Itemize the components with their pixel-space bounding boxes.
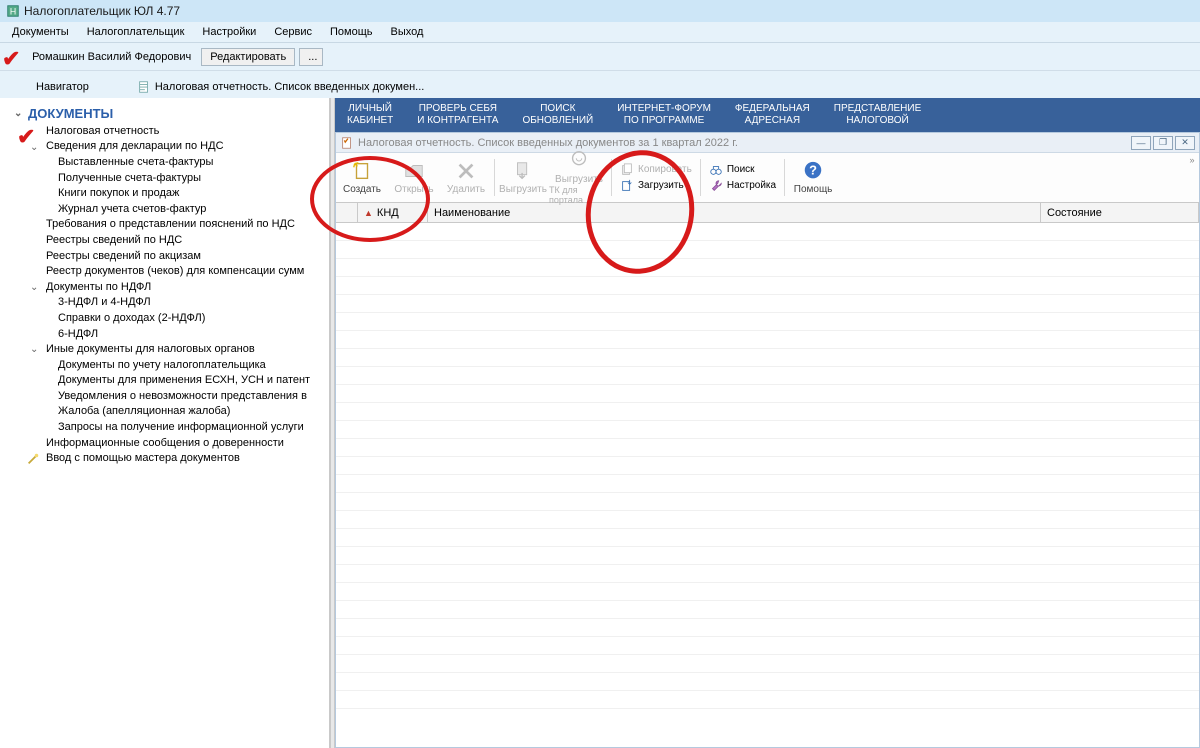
nav-purchase-sales-books[interactable]: Книги покупок и продаж xyxy=(0,185,329,201)
menu-service[interactable]: Сервис xyxy=(266,24,320,40)
menu-help[interactable]: Помощь xyxy=(322,24,381,40)
copy-button: Копировать xyxy=(620,163,692,177)
bluebar-search-updates[interactable]: ПОИСКОБНОВЛЕНИЙ xyxy=(510,98,605,132)
user-name: Ромашкин Василий Федорович xyxy=(26,51,197,63)
nav-info-service-requests[interactable]: Запросы на получение информационной услу… xyxy=(0,419,329,435)
subwindow-minimize-button[interactable]: — xyxy=(1131,136,1151,150)
edit-button[interactable]: Редактировать xyxy=(201,48,295,66)
grid-body-empty xyxy=(336,223,1199,747)
nav-nds-registers[interactable]: Реестры сведений по НДС xyxy=(0,232,329,248)
nav-2ndfl[interactable]: Справки о доходах (2-НДФЛ) xyxy=(0,310,329,326)
open-folder-icon xyxy=(402,160,426,182)
export-tk-icon xyxy=(567,150,591,172)
app-icon: H xyxy=(6,4,20,18)
grid-col-state[interactable]: Состояние xyxy=(1041,203,1199,222)
chevron-down-icon: ⌄ xyxy=(14,108,22,119)
window-title: Налогоплательщик ЮЛ 4.77 xyxy=(24,4,180,18)
navigator-tree: ⌄ ДОКУМЕНТЫ Налоговая отчетность ⌄Сведен… xyxy=(0,98,330,748)
grid-header: ▲КНД Наименование Состояние xyxy=(336,203,1199,223)
nav-nds-explanations[interactable]: Требования о представлении пояснений по … xyxy=(0,217,329,233)
nav-document-wizard[interactable]: Ввод с помощью мастера документов xyxy=(0,450,329,466)
search-button[interactable]: Поиск xyxy=(709,163,776,177)
settings-button[interactable]: Настройка xyxy=(709,179,776,193)
bluebar-check-contragent[interactable]: ПРОВЕРЬ СЕБЯИ КОНТРАГЕНТА xyxy=(405,98,510,132)
wrench-icon xyxy=(709,179,723,193)
document-toolbar: Создать Открыть Удалить Выгрузить В xyxy=(336,153,1199,203)
tab-document-label: Налоговая отчетность. Список введенных д… xyxy=(155,81,424,93)
nav-excise-registers[interactable]: Реестры сведений по акцизам xyxy=(0,248,329,264)
copy-icon xyxy=(620,163,634,177)
document-window-title: Налоговая отчетность. Список введенных д… xyxy=(358,137,738,149)
tab-navigator[interactable]: Навигатор xyxy=(26,77,99,97)
tab-navigator-label: Навигатор xyxy=(36,81,89,93)
nav-eshn-usn-patent[interactable]: Документы для применения ЕСХН, УСН и пат… xyxy=(0,373,329,389)
chevron-down-icon: ⌄ xyxy=(30,142,38,153)
wand-icon xyxy=(26,452,40,466)
bluebar-personal-cabinet[interactable]: ЛИЧНЫЙКАБИНЕТ xyxy=(335,98,405,132)
user-check-icon: ✓ xyxy=(4,50,22,64)
nav-heading-documents[interactable]: ⌄ ДОКУМЕНТЫ xyxy=(0,104,329,123)
chevron-down-icon: ⌄ xyxy=(30,344,38,355)
subwindow-close-button[interactable]: ✕ xyxy=(1175,136,1195,150)
menubar: Документы Налогоплательщик Настройки Сер… xyxy=(0,22,1200,42)
nav-6ndfl[interactable]: 6-НДФЛ xyxy=(0,326,329,342)
nav-tax-reporting[interactable]: Налоговая отчетность xyxy=(0,123,329,139)
document-window-titlebar: Налоговая отчетность. Список введенных д… xyxy=(336,133,1199,153)
bluebar-tax-presentation[interactable]: ПРЕДСТАВЛЕНИЕНАЛОГОВОЙ xyxy=(822,98,934,132)
document-icon xyxy=(340,136,354,150)
bluebar-federal-address[interactable]: ФЕДЕРАЛЬНАЯАДРЕСНАЯ xyxy=(723,98,822,132)
document-icon xyxy=(137,80,151,94)
svg-text:?: ? xyxy=(809,163,817,178)
nav-nds-declaration[interactable]: ⌄Сведения для декларации по НДС xyxy=(0,139,329,155)
create-button[interactable]: Создать xyxy=(336,153,388,202)
import-button[interactable]: Загрузить xyxy=(620,179,692,193)
import-icon xyxy=(620,179,634,193)
nav-complaint[interactable]: Жалоба (апелляционная жалоба) xyxy=(0,404,329,420)
menu-settings[interactable]: Настройки xyxy=(194,24,264,40)
toolbar-expand-icon[interactable]: » xyxy=(1185,153,1199,202)
grid-col-name[interactable]: Наименование xyxy=(428,203,1041,222)
nav-3ndfl-4ndfl[interactable]: 3-НДФЛ и 4-НДФЛ xyxy=(0,295,329,311)
nav-checks-compensation[interactable]: Реестр документов (чеков) для компенсаци… xyxy=(0,263,329,279)
grid-col-select[interactable] xyxy=(336,203,358,222)
nav-ndfl-documents[interactable]: ⌄Документы по НДФЛ xyxy=(0,279,329,295)
export-tk-button: Выгрузить ТК для портала xyxy=(549,153,609,202)
tab-row: Навигатор Налоговая отчетность. Список в… xyxy=(0,70,1200,98)
help-icon: ? xyxy=(801,160,825,182)
bluebar-internet-forum[interactable]: ИНТЕРНЕТ-ФОРУМПО ПРОГРАММЕ xyxy=(605,98,723,132)
window-titlebar: H Налогоплательщик ЮЛ 4.77 xyxy=(0,0,1200,22)
grid-col-knd[interactable]: ▲КНД xyxy=(358,203,428,222)
nav-invoice-journal[interactable]: Журнал учета счетов-фактур xyxy=(0,201,329,217)
tab-document-list[interactable]: Налоговая отчетность. Список введенных д… xyxy=(127,76,434,98)
nav-power-of-attorney-msgs[interactable]: Информационные сообщения о доверенности xyxy=(0,435,329,451)
nav-received-invoices[interactable]: Полученные счета-фактуры xyxy=(0,170,329,186)
delete-icon xyxy=(454,160,478,182)
help-button[interactable]: ? Помощь xyxy=(787,153,839,202)
user-bar: ✓ Ромашкин Василий Федорович Редактирова… xyxy=(0,42,1200,70)
export-button: Выгрузить xyxy=(497,153,549,202)
nav-taxpayer-account-docs[interactable]: Документы по учету налогоплательщика xyxy=(0,357,329,373)
open-button: Открыть xyxy=(388,153,440,202)
menu-documents[interactable]: Документы xyxy=(4,24,77,40)
delete-button: Удалить xyxy=(440,153,492,202)
menu-taxpayer[interactable]: Налогоплательщик xyxy=(79,24,193,40)
blue-link-bar: ЛИЧНЫЙКАБИНЕТ ПРОВЕРЬ СЕБЯИ КОНТРАГЕНТА … xyxy=(335,98,1200,132)
nav-issued-invoices[interactable]: Выставленные счета-фактуры xyxy=(0,154,329,170)
document-window: Налоговая отчетность. Список введенных д… xyxy=(335,132,1200,748)
nav-impossibility-notifications[interactable]: Уведомления о невозможности представлени… xyxy=(0,388,329,404)
nav-other-documents[interactable]: ⌄Иные документы для налоговых органов xyxy=(0,341,329,357)
more-button[interactable]: ... xyxy=(299,48,323,66)
export-icon xyxy=(511,160,535,182)
binoculars-icon xyxy=(709,163,723,177)
menu-exit[interactable]: Выход xyxy=(383,24,432,40)
subwindow-maximize-button[interactable]: ❐ xyxy=(1153,136,1173,150)
chevron-down-icon: ⌄ xyxy=(30,282,38,293)
new-document-icon xyxy=(350,160,374,182)
svg-text:H: H xyxy=(10,7,16,17)
sort-asc-icon: ▲ xyxy=(364,208,373,218)
